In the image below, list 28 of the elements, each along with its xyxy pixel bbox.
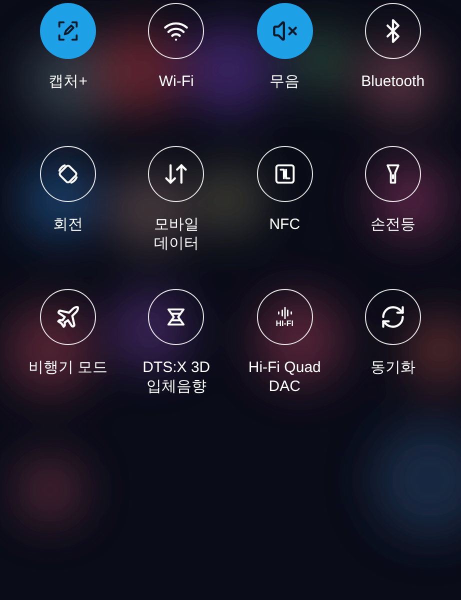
toggle-button[interactable] [148,146,204,202]
toggle-button[interactable]: HI-FI [256,289,313,345]
toggle-label: 캡처+ [48,72,88,91]
toggle-label: 회전 [53,215,84,234]
toggle-button[interactable] [364,3,421,59]
airplane-icon [55,304,82,330]
toggle-label: 손전등 [370,215,416,234]
toggle-label: Hi-Fi Quad DAC [248,358,321,396]
toggle-label: 동기화 [370,358,416,377]
toggle-label: 모바일 데이터 [154,215,199,253]
toggle-button[interactable] [364,146,421,202]
sound-wave-icon [276,306,294,318]
toggle-label: Wi-Fi [158,72,194,91]
toggle-label: 무음 [270,72,300,91]
toggle-button[interactable] [256,146,313,202]
toggle-button[interactable] [40,289,96,345]
toggle-label: Bluetooth [361,72,425,91]
toggle-button[interactable] [40,146,96,202]
toggle-button[interactable] [364,289,421,345]
toggle-button[interactable] [148,289,204,345]
toggle-label: NFC [269,215,300,234]
toggle-label: 비행기 모드 [28,358,108,377]
toggle-button[interactable] [148,3,204,59]
toggle-label: DTS:X 3D 입체음향 [142,358,210,396]
muted-speaker-icon [272,18,298,44]
up-down-arrows-icon [163,161,190,187]
icon-label: HI-FI [276,320,294,328]
sync-icon [380,304,406,330]
